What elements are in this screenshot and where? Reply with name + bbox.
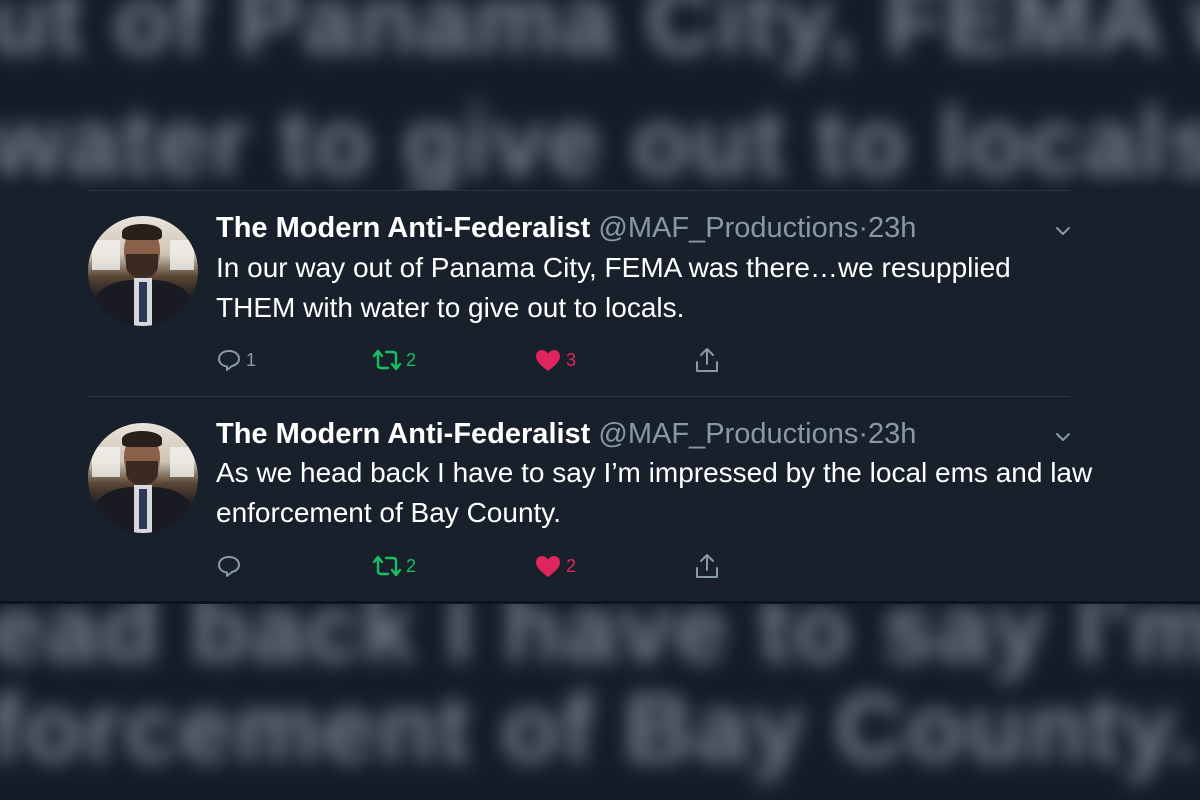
like-icon <box>534 347 562 373</box>
tweet-header: The Modern Anti-Federalist @MAF_Producti… <box>216 416 916 452</box>
display-name[interactable]: The Modern Anti-Federalist <box>216 418 590 450</box>
timestamp[interactable]: 23h <box>868 212 916 244</box>
retweet-icon <box>372 347 402 373</box>
retweet-button[interactable]: 2 <box>372 345 416 375</box>
reply-button[interactable] <box>216 551 246 581</box>
like-button[interactable]: 2 <box>534 551 576 581</box>
user-handle[interactable]: @MAF_Productions <box>598 418 858 450</box>
retweet-count: 2 <box>406 349 417 370</box>
avatar[interactable] <box>88 423 198 533</box>
retweet-icon <box>372 553 402 579</box>
tweet-text: In our way out of Panama City, FEMA was … <box>216 252 1011 323</box>
tweet-actions: 1 2 3 <box>216 345 736 375</box>
tweet[interactable]: The Modern Anti-Federalist @MAF_Producti… <box>0 397 1200 603</box>
blurred-text-line: ead back I have to say I'm impres <box>0 604 1200 682</box>
tweet-header: The Modern Anti-Federalist @MAF_Producti… <box>216 210 916 246</box>
share-button[interactable] <box>694 551 720 581</box>
avatar[interactable] <box>88 216 198 326</box>
chevron-down-icon[interactable] <box>1054 222 1072 240</box>
like-count: 2 <box>566 555 577 576</box>
tweet-actions: 2 2 <box>216 551 736 581</box>
blurred-text-line: ut of Panama City, FEMA was th <box>0 0 1200 74</box>
share-icon <box>694 552 720 580</box>
blurred-background-top: ut of Panama City, FEMA was th water to … <box>0 0 1200 190</box>
share-icon <box>694 346 720 374</box>
tweet-thread-card: The Modern Anti-Federalist @MAF_Producti… <box>0 190 1200 604</box>
reply-count: 1 <box>246 349 257 370</box>
blurred-background-bottom: ead back I have to say I'm impres forcem… <box>0 604 1200 800</box>
separator: · <box>858 212 869 244</box>
timestamp[interactable]: 23h <box>868 418 916 450</box>
retweet-count: 2 <box>406 555 417 576</box>
chevron-down-icon[interactable] <box>1054 428 1072 446</box>
separator: · <box>858 418 869 450</box>
display-name[interactable]: The Modern Anti-Federalist <box>216 212 590 244</box>
like-button[interactable]: 3 <box>534 345 576 375</box>
user-handle[interactable]: @MAF_Productions <box>598 212 858 244</box>
reply-icon <box>216 347 242 373</box>
retweet-button[interactable]: 2 <box>372 551 416 581</box>
reply-button[interactable]: 1 <box>216 345 256 375</box>
blurred-text-line: forcement of Bay County. <box>0 675 1199 782</box>
tweet[interactable]: The Modern Anti-Federalist @MAF_Producti… <box>0 190 1200 396</box>
like-count: 3 <box>566 349 577 370</box>
blurred-text-line: water to give out to locals. <box>0 89 1200 190</box>
like-icon <box>534 553 562 579</box>
reply-icon <box>216 553 242 579</box>
share-button[interactable] <box>694 345 720 375</box>
tweet-text: As we head back I have to say I’m impres… <box>216 457 1093 528</box>
